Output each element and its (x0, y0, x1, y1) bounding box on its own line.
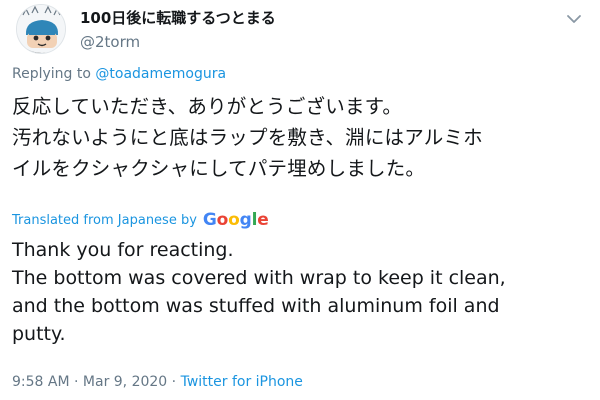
translated-text: Thank you for reacting. The bottom was c… (12, 239, 506, 345)
google-logo-letter: g (239, 210, 252, 230)
google-logo-letter: o (216, 210, 229, 230)
avatar[interactable] (16, 4, 66, 54)
tweet-date[interactable]: Mar 9, 2020 (83, 374, 167, 390)
tweet-text-line: イルをクシャクシャにしてパテ埋めしました。 (12, 157, 426, 180)
google-logo-letter: e (257, 210, 269, 230)
reply-mention-link[interactable]: @toadamemogura (95, 66, 226, 82)
tweet-text-line: 汚れないようにと底はラップを敷き、淵にはアルミホ (12, 126, 483, 149)
tweet-text: 反応していただき、ありがとうございます。 汚れないようにと底はラップを敷き、淵に… (12, 91, 588, 184)
tweet-header: 100日後に転職するつとまる @2torm (12, 2, 588, 62)
tweet-card: 100日後に転職するつとまる @2torm Replying to @toada… (0, 0, 600, 400)
replying-to: Replying to @toadamemogura (12, 66, 226, 82)
tweet-menu-button[interactable] (562, 10, 586, 28)
tweet-time[interactable]: 9:58 AM (12, 374, 70, 390)
google-logo-letter: G (202, 210, 217, 230)
tweet-source-link[interactable]: Twitter for iPhone (181, 374, 303, 390)
cartoon-avatar-icon (17, 5, 65, 53)
tweet-text-line: 反応していただき、ありがとうございます。 (12, 95, 403, 118)
translation-label: Translated from Japanese by (12, 212, 197, 228)
translation-attribution: Translated from Japanese by Google (12, 210, 269, 230)
author-display-name[interactable]: 100日後に転職するつとまる (80, 8, 276, 28)
meta-separator: · (167, 374, 181, 390)
chevron-down-icon (567, 15, 581, 23)
google-logo-letter: o (228, 210, 240, 230)
tweet-metadata: 9:58 AM · Mar 9, 2020 · Twitter for iPho… (12, 374, 303, 390)
meta-separator: · (69, 374, 83, 390)
author-handle[interactable]: @2torm (80, 32, 276, 52)
author-names: 100日後に転職するつとまる @2torm (80, 8, 276, 52)
google-logo: Google (203, 210, 269, 230)
replying-to-label: Replying to (12, 66, 96, 82)
